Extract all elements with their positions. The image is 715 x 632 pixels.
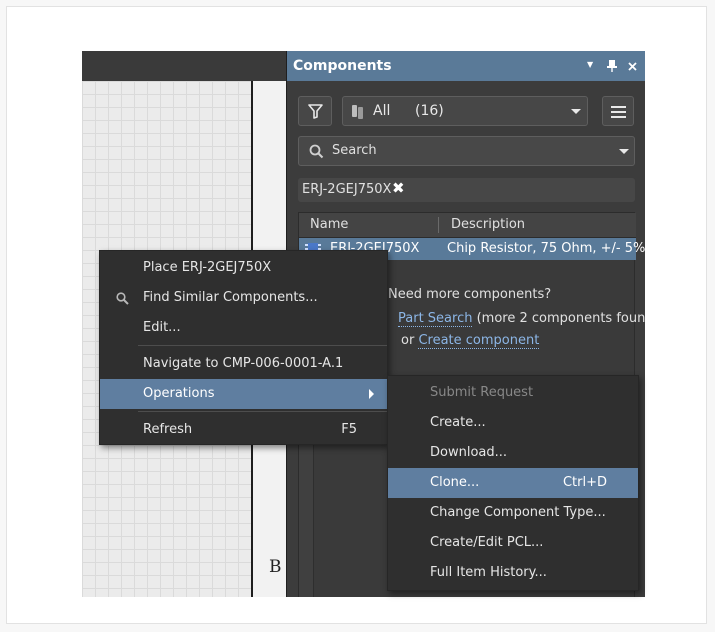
canvas-tab-bar (82, 51, 287, 81)
filter-tag-text: ERJ-2GEJ750X (302, 182, 392, 197)
create-component-row: or Create component (401, 333, 540, 349)
need-more-text: Need more components? (388, 287, 552, 302)
library-count: (16) (415, 103, 444, 119)
or-text: or (401, 333, 415, 348)
column-header-name[interactable]: Name (310, 217, 348, 232)
menu-item-create[interactable]: Create... (388, 408, 638, 438)
chevron-down-icon (571, 109, 581, 114)
menu-item-label: Navigate to CMP-006-0001-A.1 (143, 356, 344, 371)
menu-item-label: Submit Request (430, 385, 534, 400)
library-label: All (373, 103, 391, 119)
menu-item-create-edit-pcl[interactable]: Create/Edit PCL... (388, 528, 638, 558)
menu-item-submit-request: Submit Request (388, 378, 638, 408)
library-icon (352, 105, 363, 119)
search-placeholder: Search (332, 143, 377, 158)
part-search-note: (more 2 components found (476, 311, 645, 326)
column-separator[interactable] (438, 217, 439, 233)
find-similar-icon (116, 292, 129, 305)
menu-item-shortcut: Ctrl+D (562, 475, 607, 490)
panel-header: Components ▼ (287, 51, 645, 81)
menu-item-find-similar[interactable]: Find Similar Components... (100, 283, 387, 313)
menu-item-label: Edit... (143, 320, 181, 335)
active-filter-bar: ERJ-2GEJ750X ✖ (298, 178, 635, 202)
menu-item-label: Find Similar Components... (143, 290, 318, 305)
table-header: Name Description (299, 213, 636, 238)
close-icon[interactable] (628, 62, 637, 71)
sheet-zone-letter: B (269, 557, 282, 577)
pin-icon[interactable] (607, 60, 617, 72)
menu-item-label: Operations (143, 386, 215, 401)
menu-item-label: Clone... (430, 475, 480, 490)
screenshot-frame: B Components ▼ All (16) Search ERJ-2GEJ7… (6, 6, 707, 624)
filter-icon (308, 104, 323, 119)
create-component-link[interactable]: Create component (418, 333, 540, 349)
hamburger-icon-line (611, 111, 626, 113)
part-search-link[interactable]: Part Search (398, 311, 473, 327)
menu-item-label: Change Component Type... (430, 505, 606, 520)
row-description-cell: Chip Resistor, 75 Ohm, +/- 5% (447, 241, 645, 256)
menu-item-label: Create... (430, 415, 486, 430)
menu-separator (138, 411, 387, 412)
column-header-description[interactable]: Description (451, 217, 525, 232)
hamburger-icon-line (611, 116, 626, 118)
menu-separator (138, 345, 387, 346)
hamburger-icon (611, 106, 626, 108)
panel-options-button[interactable] (602, 96, 634, 126)
context-menu: Place ERJ-2GEJ750X Find Similar Componen… (99, 250, 388, 445)
menu-item-label: Place ERJ-2GEJ750X (143, 260, 272, 275)
menu-item-place[interactable]: Place ERJ-2GEJ750X (100, 253, 387, 283)
menu-item-label: Download... (430, 445, 508, 460)
menu-item-navigate[interactable]: Navigate to CMP-006-0001-A.1 (100, 349, 387, 379)
menu-item-change-type[interactable]: Change Component Type... (388, 498, 638, 528)
remove-filter-icon[interactable]: ✖ (392, 179, 405, 197)
menu-item-refresh[interactable]: Refresh F5 (100, 415, 387, 445)
menu-item-clone[interactable]: Clone... Ctrl+D (388, 468, 638, 498)
panel-title: Components (293, 58, 392, 74)
panel-menu-dropdown-icon[interactable]: ▼ (587, 60, 593, 69)
menu-item-edit[interactable]: Edit... (100, 313, 387, 343)
library-dropdown[interactable]: All (16) (342, 96, 588, 126)
search-icon (309, 144, 324, 159)
part-search-row: Part Search (more 2 components found (398, 311, 645, 327)
menu-item-operations[interactable]: Operations (100, 379, 387, 409)
menu-item-label: Full Item History... (430, 565, 547, 580)
menu-item-download[interactable]: Download... (388, 438, 638, 468)
menu-item-label: Create/Edit PCL... (430, 535, 544, 550)
menu-item-shortcut: F5 (341, 422, 357, 437)
operations-submenu: Submit Request Create... Download... Clo… (387, 375, 639, 591)
chevron-right-icon (369, 389, 374, 399)
filter-button[interactable] (298, 96, 332, 126)
chevron-down-icon[interactable] (619, 149, 629, 154)
search-input[interactable]: Search (298, 136, 635, 166)
menu-item-label: Refresh (143, 422, 193, 437)
menu-item-full-history[interactable]: Full Item History... (388, 558, 638, 588)
